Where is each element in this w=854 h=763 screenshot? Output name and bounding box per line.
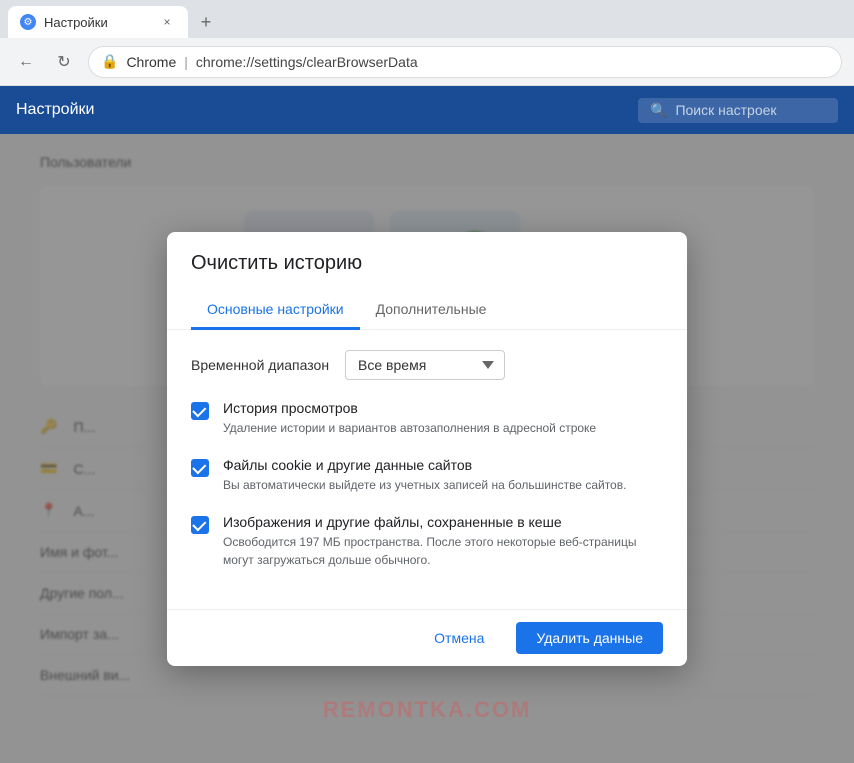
checkbox-cache-title: Изображения и другие файлы, сохраненные … — [223, 514, 663, 530]
tab-title: Настройки — [44, 15, 150, 30]
omnibox[interactable]: 🔒 Chrome | chrome://settings/clearBrowse… — [88, 46, 842, 78]
browser-frame: ⚙ Настройки × + ← ↻ 🔒 Chrome | chrome://… — [0, 0, 854, 763]
settings-header: Настройки 🔍 Поиск настроек — [0, 86, 854, 134]
omnibox-chrome-label: Chrome — [126, 54, 176, 70]
dialog-title: Очистить историю — [191, 252, 663, 275]
checkbox-history-title: История просмотров — [223, 400, 663, 416]
checkbox-cache-desc: Освободится 197 МБ пространства. После э… — [223, 533, 663, 569]
tab-close-button[interactable]: × — [158, 13, 176, 31]
lock-icon: 🔒 — [101, 53, 118, 70]
tab-bar: ⚙ Настройки × + — [0, 0, 854, 38]
settings-header-title: Настройки — [16, 101, 94, 119]
cancel-button[interactable]: Отмена — [414, 622, 504, 654]
checkbox-cache[interactable] — [191, 516, 209, 534]
refresh-button[interactable]: ↻ — [50, 48, 78, 76]
checkbox-item-cookies: Файлы cookie и другие данные сайтов Вы а… — [191, 457, 663, 494]
omnibox-url: chrome://settings/clearBrowserData — [196, 54, 418, 70]
dialog-overlay: Очистить историю Основные настройки Допо… — [0, 134, 854, 763]
search-icon: 🔍 — [650, 102, 667, 119]
checkbox-cookies-desc: Вы автоматически выйдете из учетных запи… — [223, 476, 663, 494]
dialog-header: Очистить историю Основные настройки Допо… — [167, 232, 687, 330]
checkbox-history-desc: Удаление истории и вариантов автозаполне… — [223, 419, 663, 437]
time-range-label: Временной диапазон — [191, 357, 329, 373]
checkbox-cache-text: Изображения и другие файлы, сохраненные … — [223, 514, 663, 569]
omnibox-separator: | — [184, 54, 188, 70]
delete-button[interactable]: Удалить данные — [516, 622, 663, 654]
checkbox-item-history: История просмотров Удаление истории и ва… — [191, 400, 663, 437]
settings-search-box[interactable]: 🔍 Поиск настроек — [638, 98, 838, 123]
tab-basic[interactable]: Основные настройки — [191, 291, 360, 330]
new-tab-button[interactable]: + — [192, 8, 220, 36]
time-range-select[interactable]: Все время — [345, 350, 505, 380]
checkbox-cookies-text: Файлы cookie и другие данные сайтов Вы а… — [223, 457, 663, 494]
checkbox-history[interactable] — [191, 402, 209, 420]
search-placeholder: Поиск настроек — [675, 102, 776, 118]
address-bar: ← ↻ 🔒 Chrome | chrome://settings/clearBr… — [0, 38, 854, 86]
checkbox-cookies-title: Файлы cookie и другие данные сайтов — [223, 457, 663, 473]
dialog-footer: Отмена Удалить данные — [167, 609, 687, 666]
dialog-tabs: Основные настройки Дополнительные — [167, 291, 687, 330]
checkbox-item-cache: Изображения и другие файлы, сохраненные … — [191, 514, 663, 569]
checkbox-cookies[interactable] — [191, 459, 209, 477]
tab-favicon: ⚙ — [20, 14, 36, 30]
dialog-body: Временной диапазон Все время История про… — [167, 330, 687, 609]
settings-content: Пользователи Интелл... Синхрони... — [0, 134, 854, 763]
time-range-row: Временной диапазон Все время — [191, 350, 663, 380]
checkbox-history-text: История просмотров Удаление истории и ва… — [223, 400, 663, 437]
back-button[interactable]: ← — [12, 48, 40, 76]
clear-history-dialog: Очистить историю Основные настройки Допо… — [167, 232, 687, 666]
tab-advanced[interactable]: Дополнительные — [360, 291, 503, 330]
active-tab[interactable]: ⚙ Настройки × — [8, 6, 188, 38]
